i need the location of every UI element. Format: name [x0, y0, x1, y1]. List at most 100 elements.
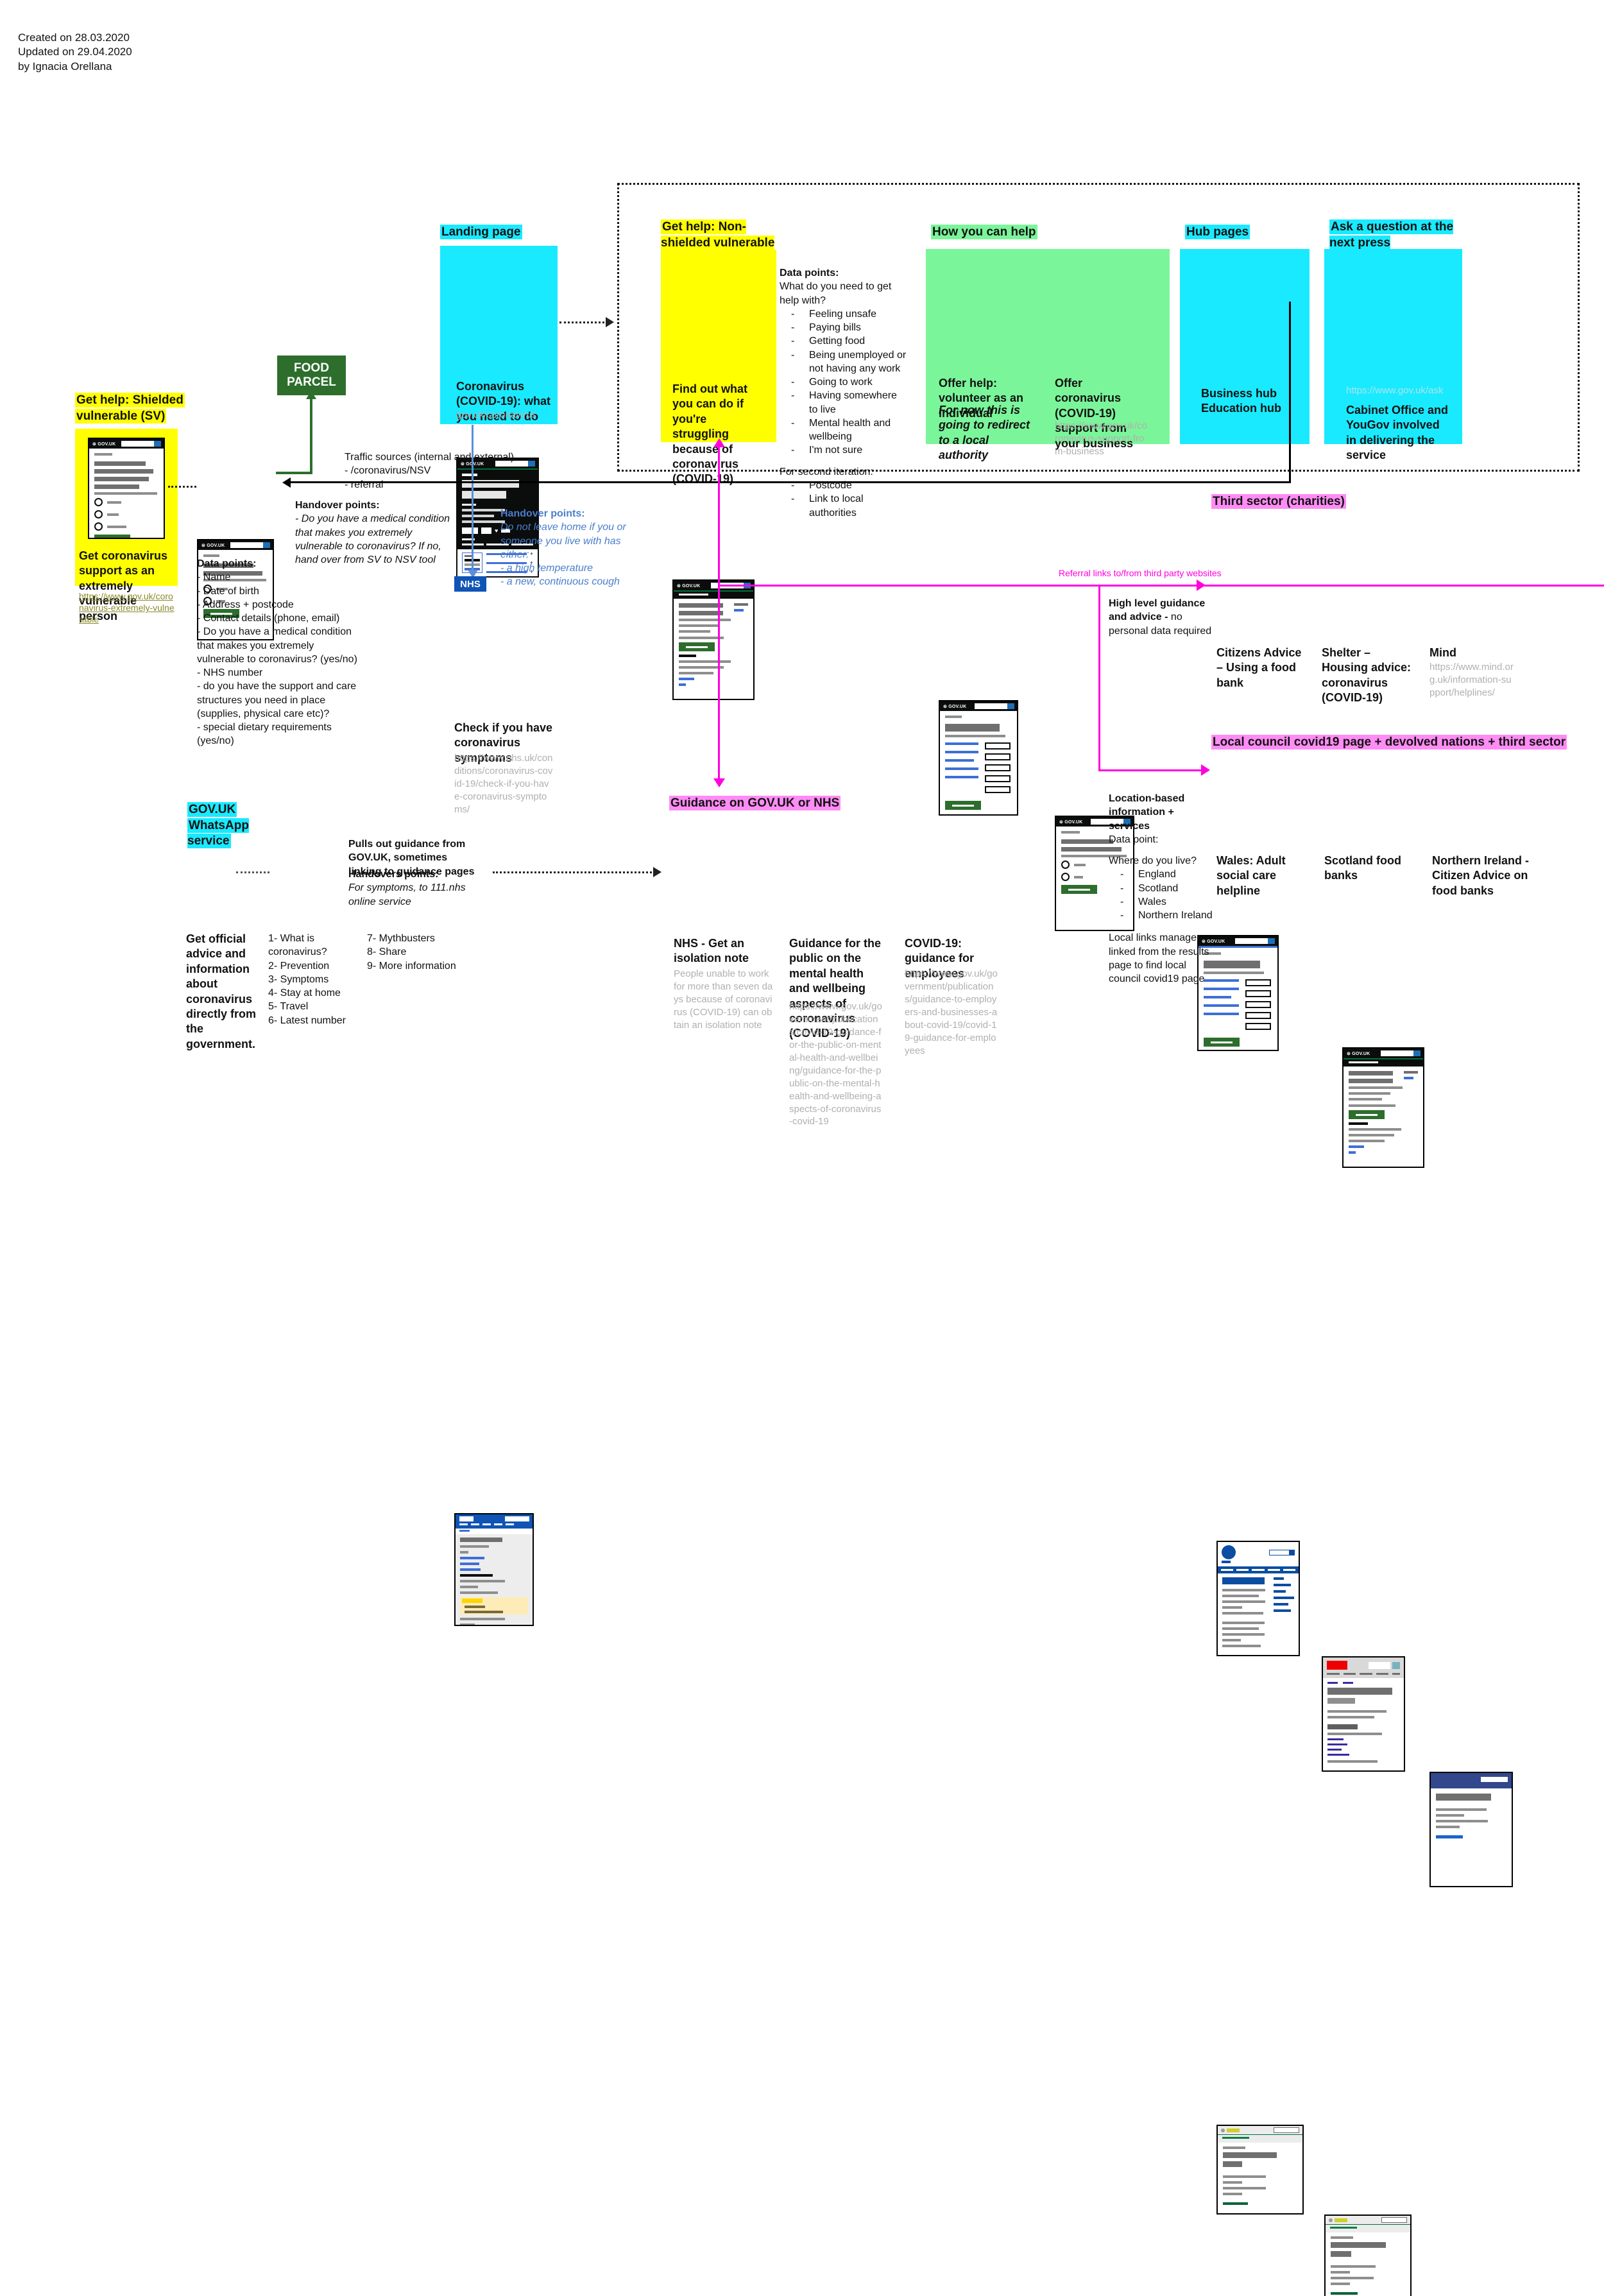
search-icon[interactable]	[1392, 1661, 1400, 1669]
shelter-logo	[1327, 1661, 1347, 1670]
whatsapp-menu-item[interactable]: 1- What is coronavirus?	[268, 932, 364, 959]
search-icon[interactable]	[1289, 1550, 1294, 1555]
hub-pages-caption-line2: Education hub	[1201, 402, 1281, 415]
wireframe-press-conference[interactable]: ⊜ GOV.UK	[1342, 1047, 1424, 1168]
business-support-url[interactable]: https://www.gov.uk/coronavirus-support-f…	[1055, 420, 1148, 458]
checkbox[interactable]	[1245, 1001, 1271, 1008]
continue-button[interactable]	[679, 642, 715, 651]
nsv-data-point: Paying bills	[780, 321, 908, 335]
checkbox[interactable]	[1245, 1023, 1271, 1030]
wireframe-scotland[interactable]	[1324, 2215, 1412, 2296]
search-box[interactable]	[1274, 2127, 1299, 2133]
submit-button[interactable]	[1204, 1038, 1240, 1047]
checkbox[interactable]	[985, 742, 1011, 750]
whatsapp-menu-item[interactable]: 9- More information	[367, 959, 463, 973]
checkbox[interactable]	[985, 786, 1011, 793]
whatsapp-menu-item[interactable]: 7- Mythbusters	[367, 932, 463, 945]
search-icon[interactable]	[263, 542, 270, 548]
checkbox[interactable]	[1245, 979, 1271, 986]
wireframe-nhs-symptoms[interactable]	[454, 1513, 534, 1626]
wireframe-shielded-start[interactable]: ⊜ GOV.UK	[88, 438, 165, 539]
shelter-header	[1323, 1658, 1404, 1678]
submit-button[interactable]	[945, 801, 981, 810]
citizens-advice-caption: Citizens Advice – Using a food bank	[1216, 646, 1302, 689]
radio-icon[interactable]	[1061, 861, 1070, 869]
section-label-local-council: Local council covid19 page + devolved na…	[1211, 735, 1567, 751]
heart-icon: ♥	[495, 527, 499, 534]
checkbox[interactable]	[985, 753, 1011, 760]
connector-nsv-to-sv-arrowhead	[282, 477, 291, 488]
radio-option[interactable]	[94, 510, 158, 518]
radio-icon[interactable]	[94, 522, 103, 531]
search-box[interactable]	[975, 703, 1014, 709]
traffic-sources-title: Traffic sources (internal and external)	[345, 452, 515, 463]
press-conference-url[interactable]: https://www.gov.uk/ask	[1346, 385, 1468, 396]
search-box[interactable]	[121, 441, 161, 447]
nhs-symptoms-url[interactable]: https://www.nhs.uk/conditions/coronaviru…	[454, 752, 554, 816]
search-icon[interactable]	[1007, 703, 1014, 709]
traffic-sources-item: - referral	[345, 479, 384, 490]
whatsapp-menu-item[interactable]: 8- Share	[367, 945, 463, 959]
radio-option[interactable]	[94, 522, 158, 531]
section-label-shielded-text: Get help: Shielded vulnerable (SV)	[75, 393, 185, 424]
whatsapp-menu-item[interactable]: 5- Travel	[268, 1000, 364, 1013]
updated-date: Updated on 29.04.2020	[18, 46, 132, 58]
radio-icon[interactable]	[94, 498, 103, 506]
whatsapp-handover-title: Handovers points:	[348, 869, 439, 880]
search-icon[interactable]	[1268, 938, 1275, 944]
search-box[interactable]	[1369, 1661, 1390, 1669]
wireframe-mind[interactable]	[1429, 1772, 1513, 1887]
search-box[interactable]	[230, 542, 270, 548]
handover-nhs-line: - a high temperature	[500, 563, 593, 574]
search-icon[interactable]	[154, 441, 161, 447]
search-box[interactable]	[505, 1516, 529, 1521]
nav-bar[interactable]	[1218, 1566, 1299, 1573]
radio-icon[interactable]	[94, 510, 103, 518]
govuk-logo: ⊜ GOV.UK	[92, 441, 116, 447]
isolation-note-description: People unable to work for more than seve…	[674, 968, 773, 1031]
whatsapp-handover-note: Handovers points: For symptoms, to 111.n…	[348, 868, 490, 909]
mental-health-url[interactable]: https://www.gov.uk/government/publicatio…	[789, 1000, 882, 1128]
checkbox[interactable]	[1245, 990, 1271, 997]
wireframe-citizens-advice[interactable]	[1216, 1541, 1300, 1656]
whatsapp-menu-item[interactable]: 3- Symptoms	[268, 973, 364, 986]
search-box[interactable]	[1381, 2217, 1407, 2223]
submit-button[interactable]	[1349, 1110, 1385, 1119]
employees-guidance-url[interactable]: https://www.gov.uk/government/publicatio…	[905, 968, 998, 1058]
checkbox[interactable]	[985, 775, 1011, 782]
radio-icon[interactable]	[1061, 873, 1070, 881]
scotland-caption: Scotland food banks	[1324, 854, 1401, 882]
continue-button[interactable]	[94, 535, 130, 538]
search-box[interactable]	[1235, 938, 1275, 944]
whatsapp-menu-item[interactable]: 6- Latest number	[268, 1014, 364, 1027]
govuk-logo: ⊜ GOV.UK	[201, 543, 225, 548]
connector-local-council-horizontal	[1098, 769, 1204, 771]
whatsapp-menu-item[interactable]: 2- Prevention	[268, 959, 364, 973]
wireframe-nsv[interactable]: ⊜ GOV.UK	[672, 579, 755, 700]
checkbox[interactable]	[1245, 1012, 1271, 1019]
food-parcel-line2: PARCEL	[287, 375, 336, 389]
whatsapp-menu-item[interactable]: 4- Stay at home	[268, 986, 364, 1000]
checkbox[interactable]	[985, 764, 1011, 771]
wireframe-wales[interactable]	[1216, 2125, 1304, 2215]
govuk-header-bar: ⊜ GOV.UK	[940, 701, 1017, 711]
nsv-data-point: Mental health and wellbeing	[780, 416, 908, 444]
connector-nsv-to-guidance-vertical	[718, 443, 720, 782]
nsv-data-point: Having somewhere to live	[780, 389, 908, 416]
wireframe-shelter[interactable]	[1322, 1656, 1405, 1772]
govuk-logo: ⊜ GOV.UK	[943, 704, 967, 709]
radio-option[interactable]	[94, 498, 158, 506]
search-box[interactable]	[1381, 1050, 1421, 1056]
shielded-url[interactable]: https://www.gov.uk/coronavirus-extremely…	[79, 590, 175, 626]
wireframe-volunteer[interactable]: ⊜ GOV.UK	[939, 700, 1018, 816]
search-box[interactable]	[1269, 1549, 1295, 1555]
govuk-header-bar: ⊜ GOV.UK	[198, 540, 273, 550]
search-icon[interactable]	[528, 461, 535, 467]
search-box[interactable]	[1481, 1777, 1508, 1782]
landing-url[interactable]: gov.uk/coronavirus	[456, 409, 559, 420]
search-icon[interactable]	[1413, 1050, 1421, 1056]
mind-url[interactable]: https://www.mind.org.uk/information-supp…	[1429, 661, 1516, 699]
placeholder-line	[94, 492, 157, 495]
connector-third-sector-arrowhead	[1197, 579, 1206, 591]
continue-button[interactable]	[1061, 885, 1097, 894]
